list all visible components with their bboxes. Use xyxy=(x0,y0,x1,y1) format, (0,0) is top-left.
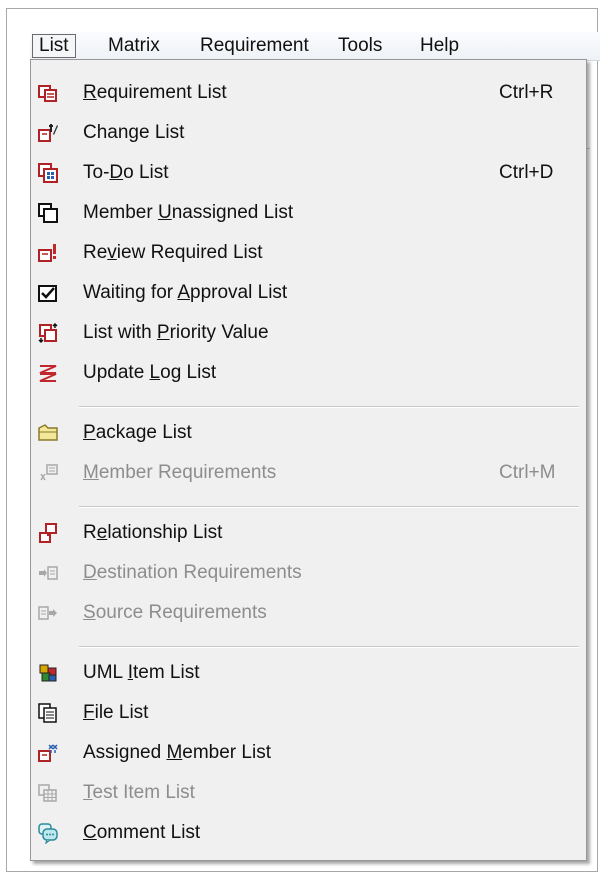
menu-item-label: Review Required List xyxy=(83,242,263,263)
approval-checkbox-icon xyxy=(38,285,57,302)
menu-item-label: Package List xyxy=(83,422,192,443)
menu-item-test-item-list[interactable]: Test Item List xyxy=(31,776,586,810)
comment-list-icon xyxy=(38,823,58,844)
menu-item-label: File List xyxy=(83,702,149,723)
menu-item-assigned-member-list[interactable]: Assigned Member List xyxy=(31,736,586,770)
update-log-icon xyxy=(39,365,57,382)
menu-separator xyxy=(79,506,579,508)
menu-bar: List Matrix Requirement Tools Help xyxy=(30,32,600,61)
menu-item-label: Member Unassigned List xyxy=(83,202,294,223)
menu-item-list-with-priority-value[interactable]: List with Priority Value xyxy=(31,316,586,350)
menu-item-file-list[interactable]: File List xyxy=(31,696,586,730)
menu-item-label: Test Item List xyxy=(83,782,195,803)
review-required-icon xyxy=(38,244,56,262)
menu-item-member-requirements[interactable]: Member Requirements Ctrl+M xyxy=(31,456,586,490)
requirement-list-icon xyxy=(38,85,57,102)
assigned-member-icon xyxy=(38,744,58,762)
shortcut-label: Ctrl+M xyxy=(499,462,556,483)
menu-item-label: Destination Requirements xyxy=(83,562,302,583)
source-arrow-icon xyxy=(38,606,57,620)
menu-item-label: List with Priority Value xyxy=(83,322,269,343)
test-item-grid-icon xyxy=(38,784,57,802)
menu-item-requirement-list[interactable]: Requirement List Ctrl+R xyxy=(31,76,586,110)
menu-requirement[interactable]: Requirement xyxy=(194,34,315,58)
shortcut-label: Ctrl+R xyxy=(499,82,554,103)
menu-item-update-log-list[interactable]: Update Log List xyxy=(31,356,586,390)
shortcut-label: Ctrl+D xyxy=(499,162,554,183)
menu-matrix[interactable]: Matrix xyxy=(102,34,166,58)
menu-item-label: To-Do List xyxy=(83,162,169,183)
menu-item-source-requirements[interactable]: Source Requirements xyxy=(31,596,586,630)
menu-item-label: Comment List xyxy=(83,822,201,843)
menu-item-todo-list[interactable]: To-Do List Ctrl+D xyxy=(31,156,586,190)
relationship-list-icon xyxy=(39,523,57,543)
menu-item-change-list[interactable]: Change List xyxy=(31,116,586,150)
menu-tools[interactable]: Tools xyxy=(332,34,388,58)
menu-item-destination-requirements[interactable]: Destination Requirements xyxy=(31,556,586,590)
todo-list-icon xyxy=(38,163,58,183)
menu-item-label: Relationship List xyxy=(83,522,223,543)
menu-item-label: Change List xyxy=(83,122,185,143)
menu-item-label: Assigned Member List xyxy=(83,742,271,763)
change-list-icon xyxy=(38,124,58,142)
uml-item-icon xyxy=(39,664,57,682)
menu-item-label: Waiting for Approval List xyxy=(83,282,288,303)
menu-item-label: Source Requirements xyxy=(83,602,267,623)
menu-item-comment-list[interactable]: Comment List xyxy=(31,816,586,850)
menu-item-label: Member Requirements xyxy=(83,462,277,483)
package-folder-icon xyxy=(38,424,58,441)
destination-arrow-icon xyxy=(39,566,58,580)
menu-item-label: UML Item List xyxy=(83,662,200,683)
menu-help[interactable]: Help xyxy=(414,34,465,58)
menu-item-member-unassigned-list[interactable]: Member Unassigned List xyxy=(31,196,586,230)
member-unassigned-icon xyxy=(38,203,58,223)
list-dropdown-menu: Requirement List Ctrl+R Change List To-D… xyxy=(30,59,587,861)
menu-separator xyxy=(79,406,579,408)
menu-list[interactable]: List xyxy=(32,34,76,58)
menu-item-relationship-list[interactable]: Relationship List xyxy=(31,516,586,550)
file-list-icon xyxy=(38,703,57,723)
menu-separator xyxy=(79,646,579,648)
menu-item-label: Update Log List xyxy=(83,362,217,383)
menu-item-package-list[interactable]: Package List xyxy=(31,416,586,450)
menu-item-uml-item-list[interactable]: UML Item List xyxy=(31,656,586,690)
priority-value-icon xyxy=(38,322,58,344)
member-requirements-icon xyxy=(40,464,58,481)
menu-item-label: Requirement List xyxy=(83,82,227,103)
menu-item-waiting-for-approval-list[interactable]: Waiting for Approval List xyxy=(31,276,586,310)
menu-item-review-required-list[interactable]: Review Required List xyxy=(31,236,586,270)
